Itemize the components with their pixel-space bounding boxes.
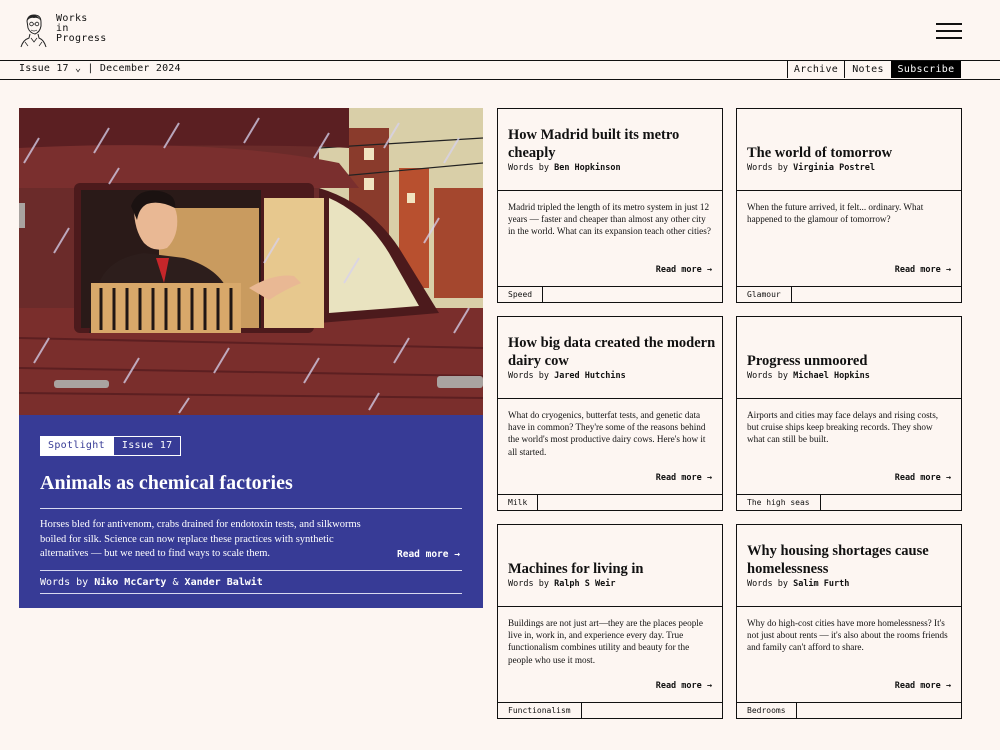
card-byline: Words by Ralph S Weir — [508, 579, 616, 589]
site-logo[interactable]: Works in Progress — [18, 12, 107, 48]
card-summary: Buildings are not just art—they are the … — [508, 618, 703, 665]
author-link[interactable]: Xander Balwit — [185, 577, 263, 588]
divider — [40, 570, 462, 571]
card-byline: Words by Ben Hopkinson — [508, 163, 621, 173]
card-header: Why housing shortages cause homelessness… — [737, 525, 961, 607]
read-more-link[interactable]: Read more → — [656, 473, 712, 483]
notes-link[interactable]: Notes — [844, 61, 891, 78]
read-more-link[interactable]: Read more → — [895, 473, 951, 483]
article-card[interactable]: Progress unmoored Words by Michael Hopki… — [736, 316, 962, 511]
spotlight-tag[interactable]: Spotlight — [40, 436, 113, 456]
hero-tags: Spotlight Issue 17 — [40, 436, 182, 456]
card-footer: The high seas — [737, 494, 961, 511]
topic-tag[interactable]: Functionalism — [498, 703, 582, 719]
read-more-link[interactable]: Read more → — [656, 265, 712, 275]
card-title[interactable]: How big data created the modern dairy co… — [508, 334, 716, 370]
topic-tag[interactable]: Milk — [498, 495, 539, 511]
topic-tag[interactable]: Speed — [498, 287, 544, 303]
portrait-sketch-logo-icon — [20, 14, 47, 48]
card-title[interactable]: The world of tomorrow — [747, 144, 955, 162]
author-link[interactable]: Jared Hutchins — [554, 371, 626, 381]
read-more-link[interactable]: Read more → — [895, 681, 951, 691]
hero-panel: Spotlight Issue 17 Animals as chemical f… — [19, 415, 483, 608]
article-card[interactable]: How big data created the modern dairy co… — [497, 316, 723, 511]
issue-selector[interactable]: Issue 17 ⌄ | December 2024 — [19, 63, 181, 74]
card-footer: Bedrooms — [737, 702, 961, 719]
card-title[interactable]: Why housing shortages cause homelessness — [747, 542, 955, 578]
topic-tag[interactable]: Bedrooms — [737, 703, 797, 719]
read-more-link[interactable]: Read more → — [895, 265, 951, 275]
hero-read-more-link[interactable]: Read more → — [397, 549, 460, 560]
article-card[interactable]: Why housing shortages cause homelessness… — [736, 524, 962, 719]
card-summary: Madrid tripled the length of its metro s… — [508, 202, 711, 237]
card-header: How big data created the modern dairy co… — [498, 317, 722, 399]
author-link[interactable]: Salim Furth — [793, 579, 849, 589]
card-summary: Airports and cities may face delays and … — [747, 410, 939, 445]
hamburger-menu-icon[interactable] — [936, 23, 962, 39]
article-card[interactable]: How Madrid built its metro cheaply Words… — [497, 108, 723, 303]
card-footer: Functionalism — [498, 702, 722, 719]
topic-tag[interactable]: The high seas — [737, 495, 821, 511]
hero-title[interactable]: Animals as chemical factories — [40, 470, 293, 496]
site-name: Works in Progress — [56, 13, 107, 44]
hero-byline: Words by Niko McCarty & Xander Balwit — [40, 577, 263, 588]
author-link[interactable]: Michael Hopkins — [793, 371, 870, 381]
author-link[interactable]: Niko McCarty — [94, 577, 166, 588]
card-footer: Speed — [498, 286, 722, 303]
spotlight-article[interactable]: Spotlight Issue 17 Animals as chemical f… — [19, 108, 483, 608]
card-byline: Words by Salim Furth — [747, 579, 850, 589]
card-byline: Words by Virginia Postrel — [747, 163, 875, 173]
article-card[interactable]: Machines for living in Words by Ralph S … — [497, 524, 723, 719]
issue-tag[interactable]: Issue 17 — [112, 436, 182, 456]
divider — [40, 593, 462, 594]
card-header: The world of tomorrow Words by Virginia … — [737, 109, 961, 191]
hero-summary: Horses bled for antivenom, crabs drained… — [40, 519, 361, 559]
card-byline: Words by Michael Hopkins — [747, 371, 870, 381]
article-card[interactable]: The world of tomorrow Words by Virginia … — [736, 108, 962, 303]
subscribe-button[interactable]: Subscribe — [891, 61, 961, 78]
author-link[interactable]: Virginia Postrel — [793, 163, 875, 173]
card-header: Progress unmoored Words by Michael Hopki… — [737, 317, 961, 399]
card-title[interactable]: Machines for living in — [508, 560, 716, 578]
hero-illustration[interactable] — [19, 108, 483, 415]
card-summary: What do cryogenics, butterfat tests, and… — [508, 410, 706, 457]
issue-bar: Issue 17 ⌄ | December 2024 Archive Notes… — [0, 60, 1000, 80]
card-footer: Glamour — [737, 286, 961, 303]
card-header: How Madrid built its metro cheaply Words… — [498, 109, 722, 191]
card-byline: Words by Jared Hutchins — [508, 371, 626, 381]
author-link[interactable]: Ben Hopkinson — [554, 163, 621, 173]
card-summary: Why do high-cost cities have more homele… — [747, 618, 948, 653]
card-title[interactable]: Progress unmoored — [747, 352, 955, 370]
author-link[interactable]: Ralph S Weir — [554, 579, 615, 589]
card-title[interactable]: How Madrid built its metro cheaply — [508, 126, 716, 162]
card-footer: Milk — [498, 494, 722, 511]
divider — [40, 508, 462, 509]
topic-tag[interactable]: Glamour — [737, 287, 792, 303]
archive-link[interactable]: Archive — [787, 61, 844, 78]
read-more-link[interactable]: Read more → — [656, 681, 712, 691]
card-header: Machines for living in Words by Ralph S … — [498, 525, 722, 607]
card-summary: When the future arrived, it felt... ordi… — [747, 202, 924, 225]
